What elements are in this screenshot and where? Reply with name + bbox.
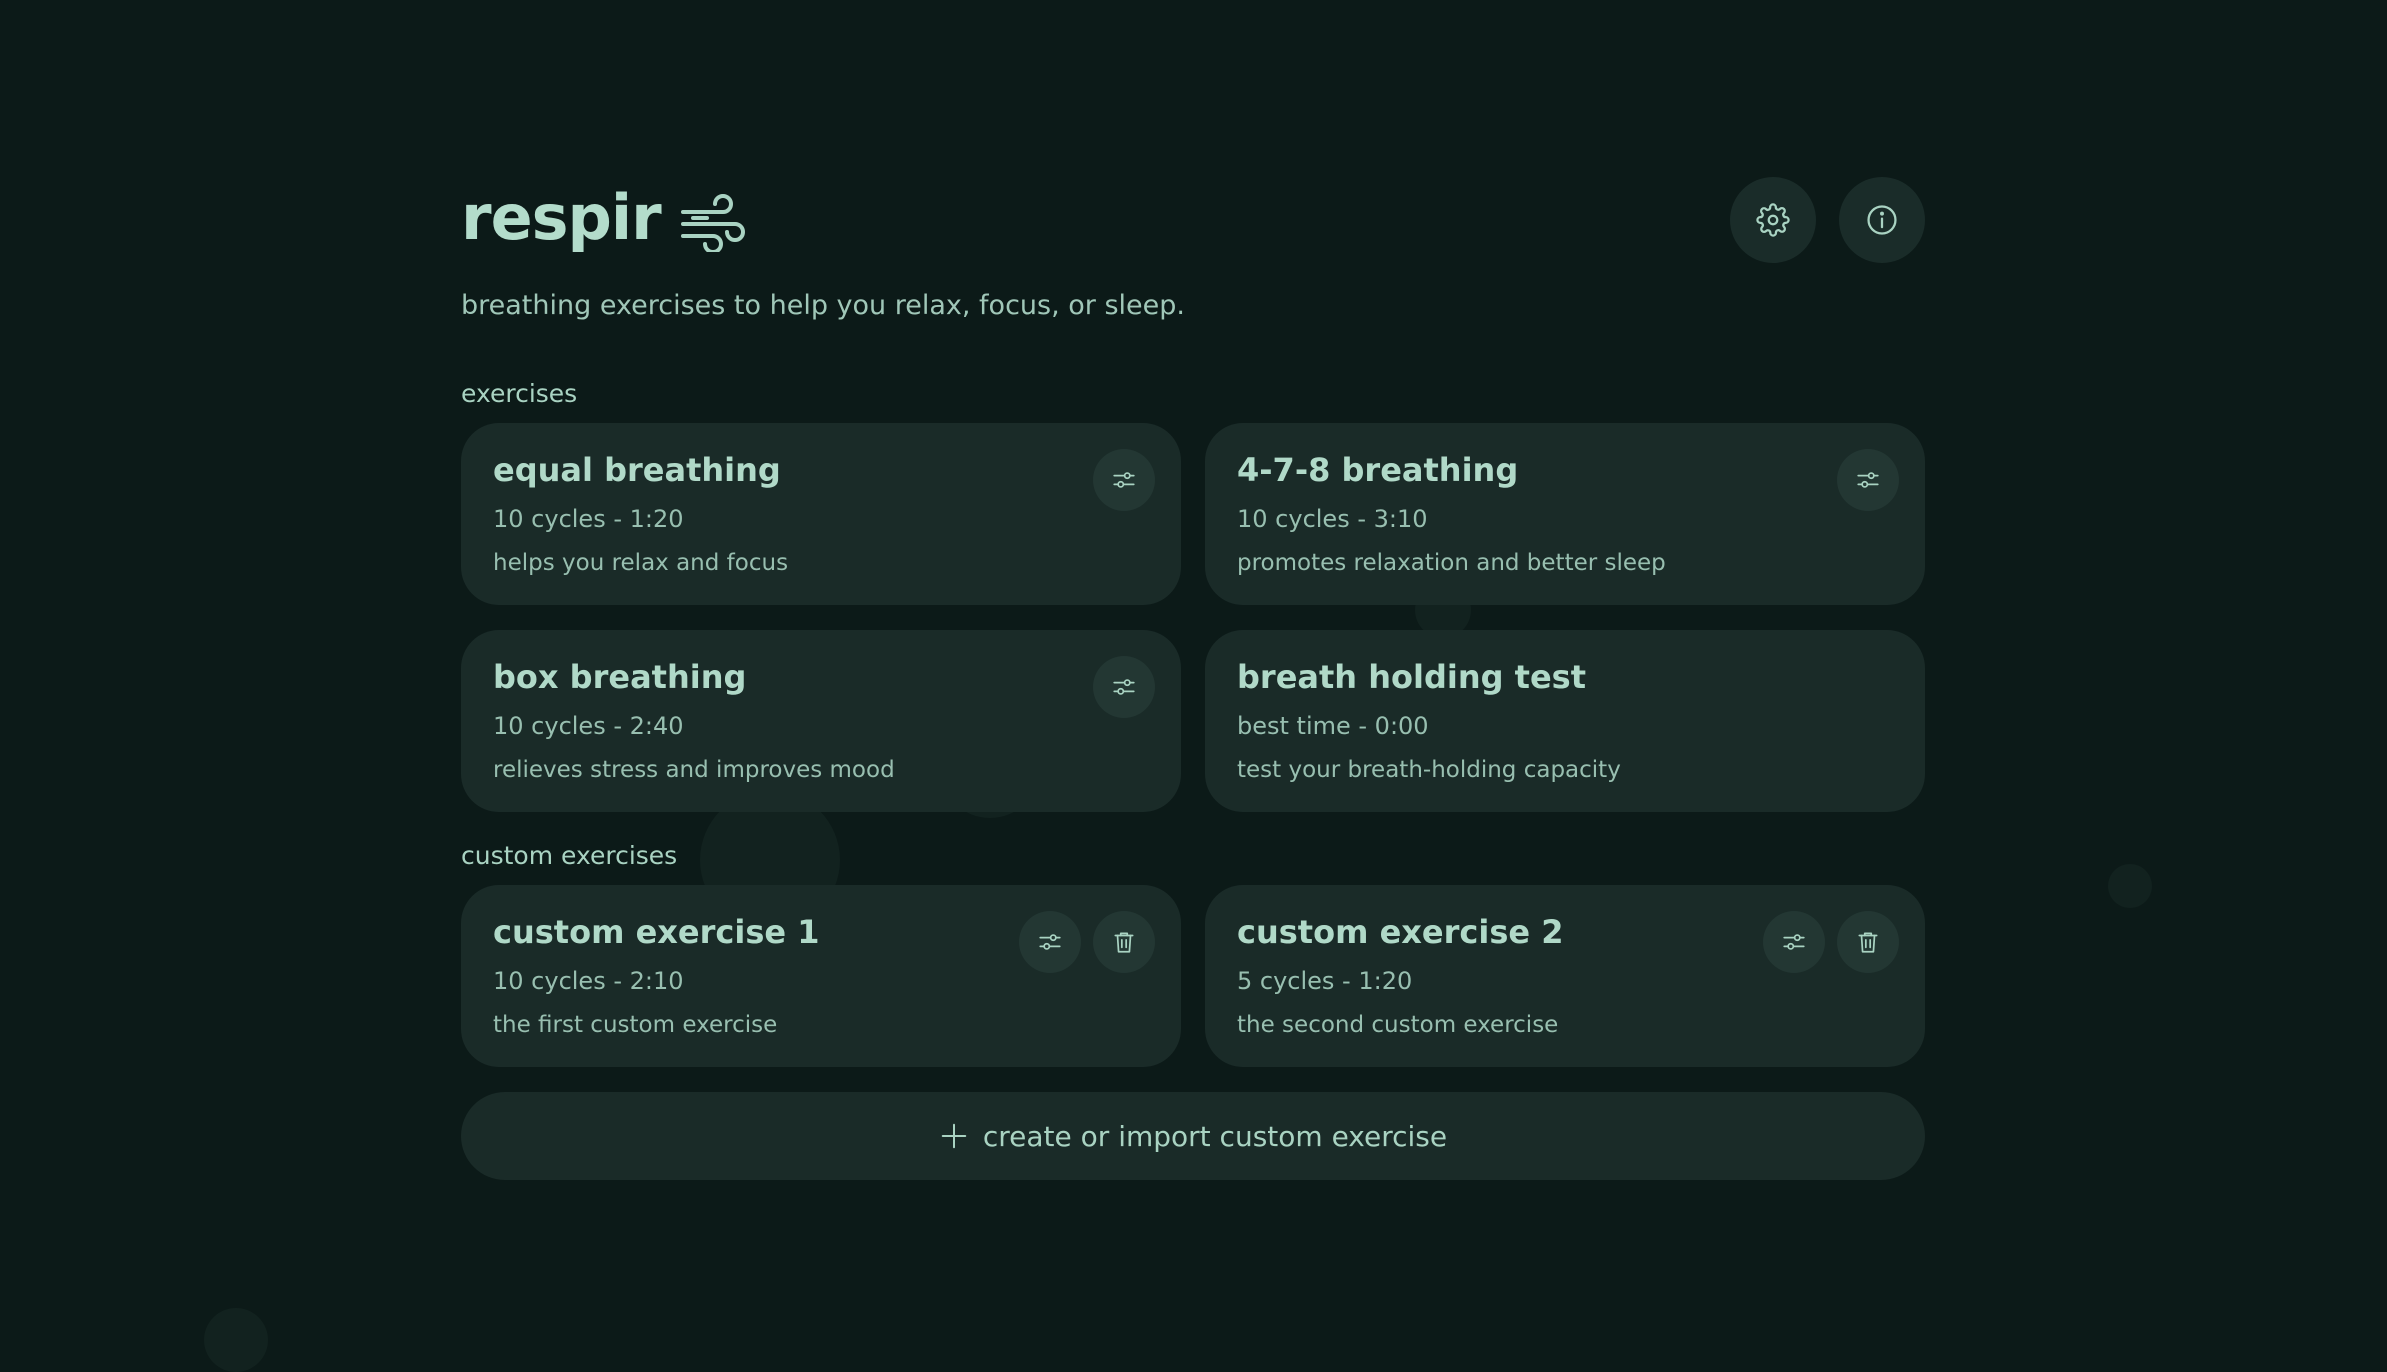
exercise-title: box breathing (493, 658, 747, 696)
exercise-meta: 10 cycles - 3:10 (1237, 505, 1428, 533)
trash-icon (1114, 932, 1134, 953)
main-container: respir breathing exercises to help you r… (461, 172, 1925, 1180)
sliders-icon (1113, 679, 1135, 695)
custom-exercise-card-2[interactable]: custom exercise 2 5 cycles - 1:20 the se… (1205, 885, 1925, 1067)
exercise-title: equal breathing (493, 451, 781, 489)
delete-exercise-button[interactable] (1093, 911, 1155, 973)
sliders-icon (1039, 934, 1061, 950)
info-icon (1867, 205, 1897, 235)
edit-exercise-button[interactable] (1093, 449, 1155, 511)
custom-exercise-card-1[interactable]: custom exercise 1 10 cycles - 2:10 the f… (461, 885, 1181, 1067)
exercises-section-label: exercises (461, 379, 578, 408)
info-button[interactable] (1839, 177, 1925, 263)
exercise-title: 4-7-8 breathing (1237, 451, 1519, 489)
custom-exercises-section-label: custom exercises (461, 841, 678, 870)
exercise-description: relieves stress and improves mood (493, 757, 895, 783)
background-bubble (204, 1308, 268, 1372)
settings-button[interactable] (1730, 177, 1816, 263)
wind-icon (680, 194, 745, 252)
background-bubble (2108, 864, 2152, 908)
app-subtitle: breathing exercises to help you relax, f… (461, 290, 1185, 321)
create-button-label: create or import custom exercise (982, 1119, 1448, 1153)
delete-exercise-button[interactable] (1837, 911, 1899, 973)
edit-exercise-button[interactable] (1093, 656, 1155, 718)
sliders-icon (1113, 472, 1135, 488)
gear-icon (1756, 203, 1790, 237)
exercise-description: the second custom exercise (1237, 1012, 1559, 1038)
edit-exercise-button[interactable] (1019, 911, 1081, 973)
exercise-description: promotes relaxation and better sleep (1237, 550, 1666, 576)
exercise-card-box-breathing[interactable]: box breathing 10 cycles - 2:40 relieves … (461, 630, 1181, 812)
exercise-description: the first custom exercise (493, 1012, 778, 1038)
app-title: respir (461, 184, 745, 252)
sliders-icon (1857, 472, 1879, 488)
plus-icon (941, 1123, 967, 1149)
edit-exercise-button[interactable] (1837, 449, 1899, 511)
app-title-text: respir (461, 181, 662, 254)
exercise-description: test your breath-holding capacity (1237, 757, 1621, 783)
edit-exercise-button[interactable] (1763, 911, 1825, 973)
exercise-meta: best time - 0:00 (1237, 712, 1429, 740)
exercise-description: helps you relax and focus (493, 550, 789, 576)
exercise-card-breath-holding-test[interactable]: breath holding test best time - 0:00 tes… (1205, 630, 1925, 812)
exercise-card-478-breathing[interactable]: 4-7-8 breathing 10 cycles - 3:10 promote… (1205, 423, 1925, 605)
exercise-title: breath holding test (1237, 658, 1586, 696)
trash-icon (1858, 932, 1878, 953)
create-custom-exercise-button[interactable]: create or import custom exercise (461, 1092, 1925, 1180)
exercise-card-equal-breathing[interactable]: equal breathing 10 cycles - 1:20 helps y… (461, 423, 1181, 605)
exercise-meta: 10 cycles - 2:40 (493, 712, 684, 740)
sliders-icon (1783, 934, 1805, 950)
header: respir breathing exercises to help you r… (461, 172, 1925, 321)
exercise-meta: 10 cycles - 1:20 (493, 505, 684, 533)
